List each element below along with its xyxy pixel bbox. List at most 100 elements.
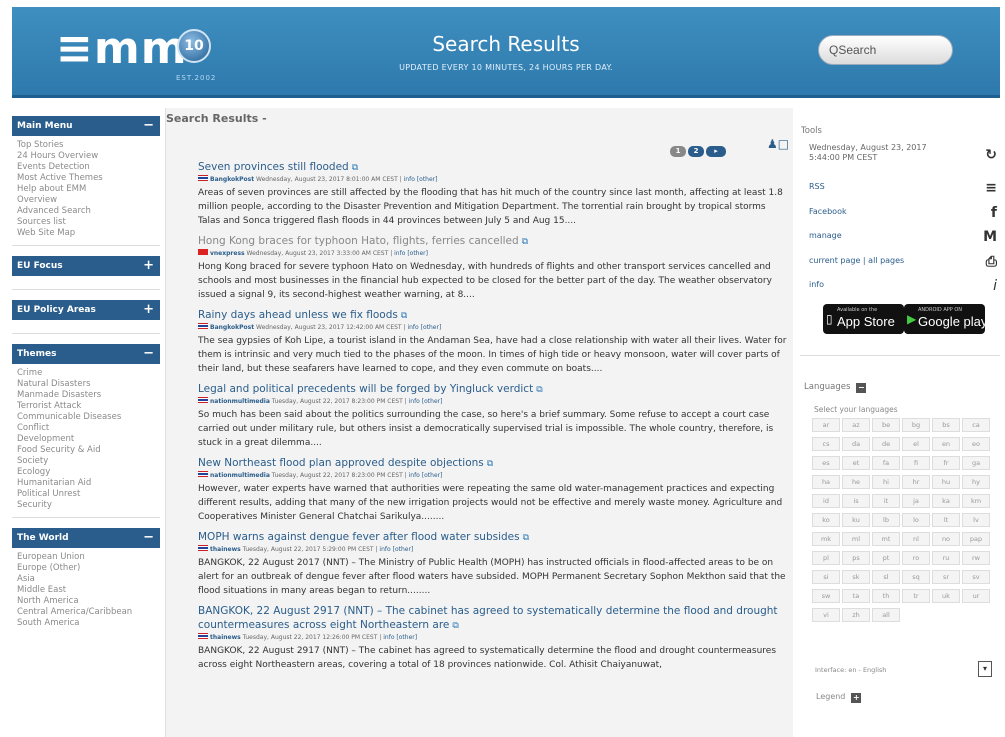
manage-row[interactable]: manage M xyxy=(809,229,997,245)
facebook-icon[interactable]: f xyxy=(991,205,997,221)
eu-focus-header[interactable]: EU Focus + xyxy=(12,256,160,276)
sidebar-menu-item[interactable]: Advanced Search xyxy=(17,206,160,217)
language-option[interactable]: ar xyxy=(812,418,840,432)
sidebar-menu-item[interactable]: Asia xyxy=(17,574,160,585)
language-option[interactable]: hr xyxy=(902,475,930,489)
language-option[interactable]: lo xyxy=(902,513,930,527)
rss-link[interactable]: RSS xyxy=(809,182,825,191)
language-option[interactable]: fi xyxy=(902,456,930,470)
article-source[interactable]: nationmultimedia xyxy=(210,472,270,479)
article-info-link[interactable]: info xyxy=(409,398,420,405)
article-title[interactable]: Seven provinces still flooded ⧉ xyxy=(198,160,790,175)
language-option[interactable]: hu xyxy=(932,475,960,489)
sidebar-menu-item[interactable]: Conflict xyxy=(17,423,160,434)
sidebar-menu-item[interactable]: Society xyxy=(17,456,160,467)
language-option[interactable]: uk xyxy=(932,589,960,603)
main-menu-header[interactable]: Main Menu − xyxy=(12,116,160,136)
sidebar-menu-item[interactable]: Web Site Map xyxy=(17,228,160,239)
article-source[interactable]: vnexpress xyxy=(210,250,245,257)
page-1-button[interactable]: 1 xyxy=(670,146,686,157)
external-link-icon[interactable]: ⧉ xyxy=(523,533,529,543)
language-option[interactable]: pt xyxy=(872,551,900,565)
article-info-link[interactable]: info xyxy=(404,176,415,183)
external-link-icon[interactable]: ⧉ xyxy=(452,621,458,631)
language-option[interactable]: az xyxy=(842,418,870,432)
sidebar-menu-item[interactable]: Ecology xyxy=(17,467,160,478)
language-option[interactable]: de xyxy=(872,437,900,451)
language-option[interactable]: ru xyxy=(932,551,960,565)
sidebar-menu-item[interactable]: Top Stories xyxy=(17,140,160,151)
sidebar-menu-item[interactable]: 24 Hours Overview xyxy=(17,151,160,162)
article-title-text[interactable]: BANGKOK, 22 August 2917 (NNT) – The cabi… xyxy=(198,605,778,631)
sidebar-menu-item[interactable]: Help about EMM xyxy=(17,184,160,195)
sidebar-menu-item[interactable]: Crime xyxy=(17,368,160,379)
article-source[interactable]: nationmultimedia xyxy=(210,398,270,405)
article-other-link[interactable]: [other] xyxy=(417,176,438,183)
article-other-link[interactable]: [other] xyxy=(407,250,428,257)
language-option[interactable]: no xyxy=(932,532,960,546)
language-option[interactable]: it xyxy=(872,494,900,508)
language-option[interactable]: ko xyxy=(812,513,840,527)
app-store-button[interactable]: ▯ Available on the App Store xyxy=(823,304,904,334)
legend-row[interactable]: Legend + xyxy=(816,692,862,703)
info-link[interactable]: info xyxy=(809,280,824,289)
language-option[interactable]: sq xyxy=(902,570,930,584)
language-option[interactable]: sw xyxy=(812,589,840,603)
collapse-icon[interactable]: − xyxy=(143,116,154,136)
language-option[interactable]: bs xyxy=(932,418,960,432)
sidebar-menu-item[interactable]: Development xyxy=(17,434,160,445)
language-option[interactable]: ga xyxy=(962,456,990,470)
article-info-link[interactable]: info xyxy=(394,250,405,257)
language-option[interactable]: es xyxy=(812,456,840,470)
article-info-link[interactable]: info xyxy=(383,634,394,641)
language-option[interactable]: da xyxy=(842,437,870,451)
language-option[interactable]: all xyxy=(872,608,900,622)
language-option[interactable]: eo xyxy=(962,437,990,451)
info-row[interactable]: info i xyxy=(809,278,997,294)
language-option[interactable]: vi xyxy=(812,608,840,622)
language-option[interactable]: ca xyxy=(962,418,990,432)
language-option[interactable]: ro xyxy=(902,551,930,565)
language-option[interactable]: fa xyxy=(872,456,900,470)
world-header[interactable]: The World − xyxy=(12,528,160,548)
sidebar-menu-item[interactable]: Terrorist Attack xyxy=(17,401,160,412)
next-page-button[interactable]: ▸ xyxy=(706,146,726,157)
external-link-icon[interactable]: ⧉ xyxy=(401,311,407,321)
language-option[interactable]: id xyxy=(812,494,840,508)
current-page-link[interactable]: current page xyxy=(809,256,860,265)
external-link-icon[interactable]: ⧉ xyxy=(522,237,528,247)
article-title-text[interactable]: Legal and political precedents will be f… xyxy=(198,383,533,395)
sidebar-menu-item[interactable]: Manmade Disasters xyxy=(17,390,160,401)
language-option[interactable]: el xyxy=(902,437,930,451)
search-input[interactable]: QSearch xyxy=(818,35,953,65)
article-source[interactable]: thainews xyxy=(210,546,241,553)
language-option[interactable]: et xyxy=(842,456,870,470)
language-option[interactable]: si xyxy=(812,570,840,584)
article-title[interactable]: Hong Kong braces for typhoon Hato, fligh… xyxy=(198,234,790,249)
external-link-icon[interactable]: ⧉ xyxy=(487,459,493,469)
language-option[interactable]: pl xyxy=(812,551,840,565)
language-option[interactable]: ta xyxy=(842,589,870,603)
language-option[interactable]: rw xyxy=(962,551,990,565)
language-option[interactable]: ja xyxy=(902,494,930,508)
google-play-button[interactable]: ▶ ANDROID APP ON Google play xyxy=(904,304,987,334)
external-link-icon[interactable]: ⧉ xyxy=(536,385,542,395)
eu-policy-header[interactable]: EU Policy Areas + xyxy=(12,300,160,320)
expand-icon[interactable]: + xyxy=(143,256,154,276)
article-info-link[interactable]: info xyxy=(409,472,420,479)
sidebar-menu-item[interactable]: Food Security & Aid xyxy=(17,445,160,456)
article-title-text[interactable]: New Northeast flood plan approved despit… xyxy=(198,457,484,469)
language-option[interactable]: en xyxy=(932,437,960,451)
sidebar-menu-item[interactable]: European Union xyxy=(17,552,160,563)
all-pages-link[interactable]: all pages xyxy=(868,256,904,265)
collapse-icon[interactable]: − xyxy=(143,528,154,548)
language-option[interactable]: ml xyxy=(842,532,870,546)
article-other-link[interactable]: [other] xyxy=(421,324,442,331)
article-source[interactable]: BangkokPost xyxy=(210,324,254,331)
language-option[interactable]: tr xyxy=(902,589,930,603)
language-option[interactable]: is xyxy=(842,494,870,508)
sidebar-menu-item[interactable]: Natural Disasters xyxy=(17,379,160,390)
mail-icon[interactable]: M xyxy=(983,229,997,245)
article-title[interactable]: New Northeast flood plan approved despit… xyxy=(198,456,790,471)
language-option[interactable]: hy xyxy=(962,475,990,489)
